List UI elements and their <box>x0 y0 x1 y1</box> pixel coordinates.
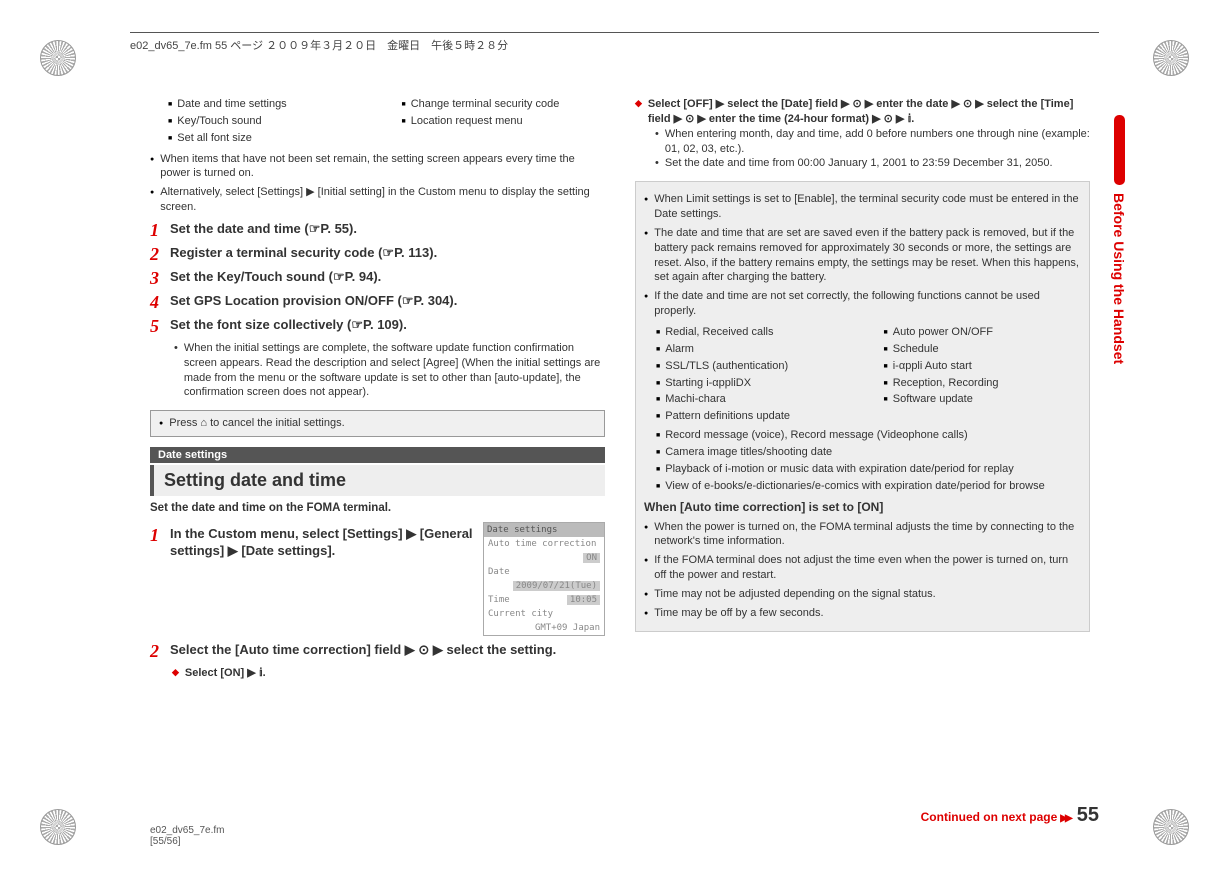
crop-radial-br <box>1153 809 1189 845</box>
side-tab: Before Using the Handset <box>1111 115 1129 585</box>
phone-screenshot: Date settings Auto time correction ON Da… <box>483 522 605 636</box>
step-2-date: 2Select the [Auto time correction] field… <box>150 642 605 660</box>
side-tab-marker <box>1114 115 1125 185</box>
info-box: When Limit settings is set to [Enable], … <box>635 181 1090 631</box>
page-content: Date and time settings Key/Touch sound S… <box>150 95 1090 795</box>
note-bullet: Alternatively, select [Settings] ▶ [Init… <box>150 185 605 215</box>
page-number: 55 <box>1077 804 1099 826</box>
diamond-on: Select [ON] ▶ 𝕚. <box>172 666 605 681</box>
page-header: e02_dv65_7e.fm 55 ページ ２００９年３月２０日 金曜日 午後５… <box>130 32 1099 53</box>
subsection-header: Date settings <box>150 447 605 463</box>
diamond-off: Select [OFF] ▶ select the [Date] field ▶… <box>635 97 1090 127</box>
note-bullet: When items that have not been set remain… <box>150 152 605 182</box>
step-4: 4Set GPS Location provision ON/OFF (☞P. … <box>150 293 605 311</box>
step-5: 5Set the font size collectively (☞P. 109… <box>150 317 605 335</box>
setting-item: Key/Touch sound <box>168 114 372 129</box>
step-1-date: 1In the Custom menu, select [Settings] ▶… <box>150 520 605 636</box>
page-footer-left: e02_dv65_7e.fm [55/56] <box>150 825 225 847</box>
settings-grid: Date and time settings Key/Touch sound S… <box>168 95 605 148</box>
side-tab-label: Before Using the Handset <box>1111 193 1127 364</box>
right-column: Select [OFF] ▶ select the [Date] field ▶… <box>635 95 1090 795</box>
setting-item: Change terminal security code <box>402 97 606 112</box>
diamond-off-sub: Set the date and time from 00:00 January… <box>655 156 1090 171</box>
page-footer-right: Continued on next page 55 <box>921 804 1099 827</box>
crop-radial-bl <box>40 809 76 845</box>
setting-item: Date and time settings <box>168 97 372 112</box>
setting-item: Set all font size <box>168 131 372 146</box>
left-column: Date and time settings Key/Touch sound S… <box>150 95 605 795</box>
step-2: 2Register a terminal security code (☞P. … <box>150 245 605 263</box>
step-3: 3Set the Key/Touch sound (☞P. 94). <box>150 269 605 287</box>
step-1: 1Set the date and time (☞P. 55). <box>150 221 605 239</box>
continued-label: Continued on next page <box>921 810 1070 824</box>
crop-radial-tl <box>40 40 76 76</box>
auto-correction-head: When [Auto time correction] is set to [O… <box>644 499 1081 515</box>
cancel-note-box: Press ⌂ to cancel the initial settings. <box>150 410 605 437</box>
crop-radial-tr <box>1153 40 1189 76</box>
section-title: Setting date and time <box>150 465 605 496</box>
setting-item: Location request menu <box>402 114 606 129</box>
section-intro: Set the date and time on the FOMA termin… <box>150 502 605 514</box>
step-5-note: When the initial settings are complete, … <box>174 341 605 400</box>
diamond-off-sub: When entering month, day and time, add 0… <box>655 127 1090 157</box>
